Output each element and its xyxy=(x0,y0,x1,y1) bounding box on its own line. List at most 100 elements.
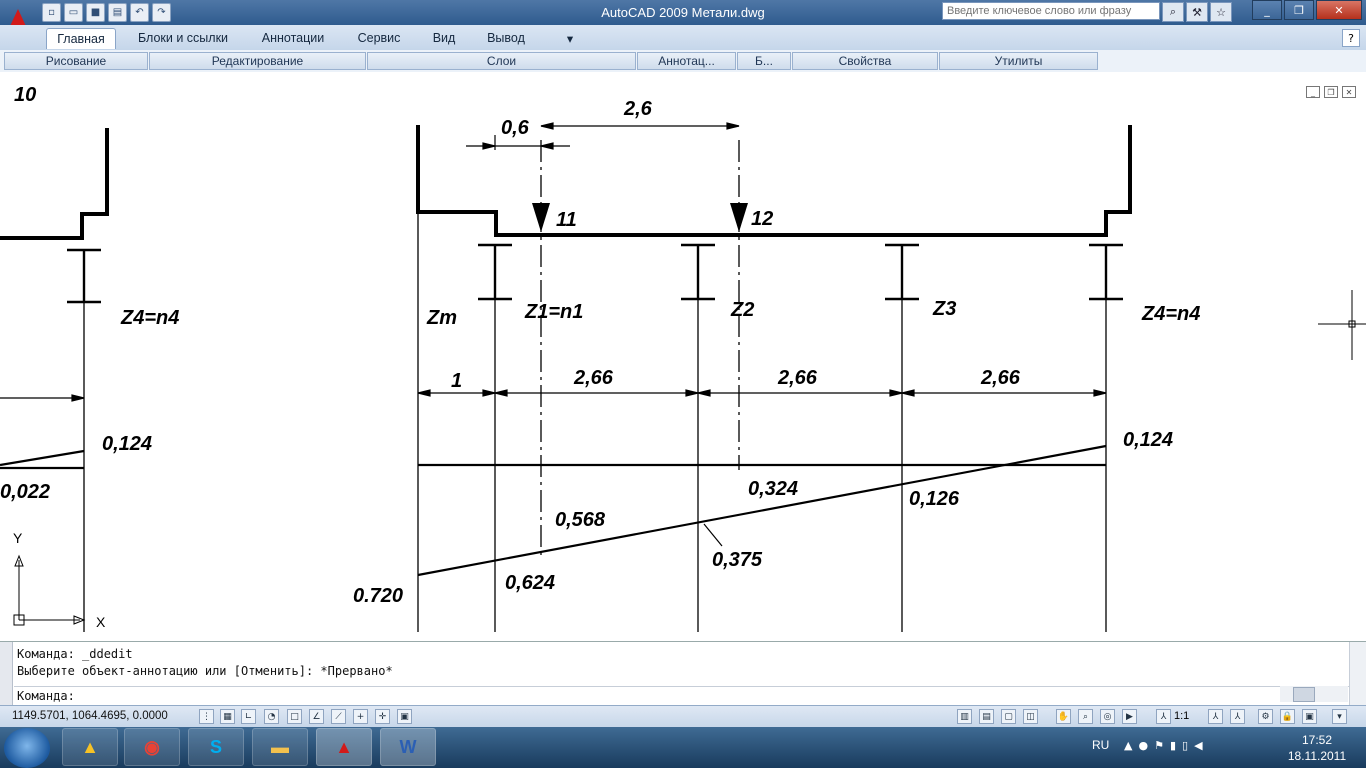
polar-icon[interactable]: ◔ xyxy=(264,709,279,724)
command-input[interactable]: Команда: xyxy=(14,686,1350,705)
tab-home[interactable]: Главная xyxy=(46,28,116,49)
new-icon[interactable]: ▫ xyxy=(42,3,61,22)
beam-outline xyxy=(416,125,1132,237)
command-window: Команда: _ddedit Выберите объект-аннотац… xyxy=(0,641,1366,706)
steeringwheel-icon[interactable]: ◎ xyxy=(1100,709,1115,724)
print-icon[interactable]: ▤ xyxy=(108,3,127,22)
drawing-canvas[interactable]: _ ❐ ✕ 10 0,6 2,6 11 12 Zт Z1=n1 Z2 Z3 Z4… xyxy=(0,72,1366,641)
command-grip[interactable] xyxy=(0,642,13,706)
title-bar: ▫ ▭ ■ ▤ ↶ ↷ AutoCAD 2009 Метали.dwg ⌕ ⚒ … xyxy=(0,0,1366,25)
annotation-visibility-icon[interactable]: ⅄ xyxy=(1208,709,1223,724)
pan-icon[interactable]: ✋ xyxy=(1056,709,1071,724)
close-button[interactable]: ✕ xyxy=(1316,0,1362,20)
support-zt-label: Zт xyxy=(426,307,457,329)
ortho-icon[interactable]: ∟ xyxy=(241,709,256,724)
lineweight-icon[interactable]: ✛ xyxy=(375,709,390,724)
open-icon[interactable]: ▭ xyxy=(64,3,83,22)
search-icon[interactable]: ⌕ xyxy=(1162,2,1184,22)
minimize-button[interactable]: _ xyxy=(1252,0,1282,20)
dyn-icon[interactable]: + xyxy=(353,709,368,724)
quickview-icon[interactable]: ◫ xyxy=(1023,709,1038,724)
panel-modify[interactable]: Редактирование xyxy=(149,52,366,70)
power-icon[interactable]: ▯ xyxy=(1182,739,1188,752)
chrome-icon[interactable]: ◉ xyxy=(124,728,180,766)
panel-annotation[interactable]: Аннотац... xyxy=(637,52,736,70)
ribbon-minimize-icon[interactable]: ▾ xyxy=(556,28,584,48)
model-icon[interactable]: ▥ xyxy=(957,709,972,724)
left-wall-outline xyxy=(0,128,109,240)
dim-2-66-b-label: 2,66 xyxy=(777,367,818,389)
load-12-label: 12 xyxy=(751,208,773,230)
communication-icon[interactable]: ⚒ xyxy=(1186,2,1208,22)
osnap-icon[interactable]: □ xyxy=(287,709,302,724)
tab-annotate[interactable]: Аннотации xyxy=(252,28,334,48)
qp-icon[interactable]: ▣ xyxy=(397,709,412,724)
word-icon[interactable]: W xyxy=(380,728,436,766)
tab-view[interactable]: Вид xyxy=(424,28,464,48)
command-hscroll[interactable] xyxy=(1280,686,1348,702)
tab-tools[interactable]: Сервис xyxy=(346,28,412,48)
dim-2-66-a-label: 2,66 xyxy=(573,367,614,389)
avast-icon[interactable]: ● xyxy=(1138,739,1148,752)
start-button[interactable] xyxy=(4,728,50,768)
panel-layers[interactable]: Слои xyxy=(367,52,636,70)
clean-screen-icon[interactable]: ▣ xyxy=(1302,709,1317,724)
value-0-124-left-label: 0,124 xyxy=(102,433,152,455)
undo-icon[interactable]: ↶ xyxy=(130,3,149,22)
panel-properties[interactable]: Свойства xyxy=(792,52,938,70)
grid-icon[interactable]: ▦ xyxy=(220,709,235,724)
annotation-scale-icon[interactable]: ⅄ xyxy=(1156,709,1171,724)
ducs-icon[interactable]: ⟋ xyxy=(331,709,346,724)
show-hidden-icons-icon[interactable]: ▲ xyxy=(1124,739,1132,752)
drawing-svg: 10 0,6 2,6 11 12 Zт Z1=n1 Z2 Z3 Z4=n4 Z4… xyxy=(0,84,1366,632)
maximize-button[interactable]: ❐ xyxy=(1284,0,1314,20)
support-z4-left-label: Z4=n4 xyxy=(120,307,179,329)
flag-icon[interactable]: ⚑ xyxy=(1154,739,1164,752)
save-icon[interactable]: ■ xyxy=(86,3,105,22)
value-0-375-label: 0,375 xyxy=(712,549,763,571)
autocad-icon[interactable]: ▲ xyxy=(316,728,372,766)
showmotion-icon[interactable]: ▶ xyxy=(1122,709,1137,724)
snap-icon[interactable]: ⋮ xyxy=(199,709,214,724)
value-0-624-label: 0,624 xyxy=(505,572,555,594)
layout-icon[interactable]: ▤ xyxy=(979,709,994,724)
status-menu-icon[interactable]: ▾ xyxy=(1332,709,1347,724)
zoom-icon[interactable]: ⌕ xyxy=(1078,709,1093,724)
ucs-y-label: Y xyxy=(13,530,23,546)
support-z1-label: Z1=n1 xyxy=(524,301,583,323)
command-history-line-1: Команда: _ddedit xyxy=(17,647,133,661)
support-z2-label: Z2 xyxy=(730,299,754,321)
command-prompt: Команда: xyxy=(17,689,75,703)
annotation-scale-value[interactable]: 1:1 xyxy=(1174,710,1189,722)
language-indicator[interactable]: RU xyxy=(1092,738,1109,752)
ribbon-tabs: Главная Блоки и ссылки Аннотации Сервис … xyxy=(0,25,1366,51)
value-0-124-right-label: 0,124 xyxy=(1123,429,1173,451)
tab-blocks[interactable]: Блоки и ссылки xyxy=(124,28,242,48)
lock-icon[interactable]: 🔒 xyxy=(1280,709,1295,724)
sheet-number-label: 10 xyxy=(14,84,36,106)
clock[interactable]: 17:52 18.11.2011 xyxy=(1272,732,1362,764)
tab-output[interactable]: Вывод xyxy=(476,28,536,48)
panel-draw[interactable]: Рисование xyxy=(4,52,148,70)
panel-block[interactable]: Б... xyxy=(737,52,791,70)
skype-icon[interactable]: S xyxy=(188,728,244,766)
layout2-icon[interactable]: ▢ xyxy=(1001,709,1016,724)
help-icon[interactable]: ? xyxy=(1342,29,1360,47)
search-input[interactable] xyxy=(942,2,1160,20)
dim-2-66-c-label: 2,66 xyxy=(980,367,1021,389)
otrack-icon[interactable]: ∠ xyxy=(309,709,324,724)
dim-2-6-label: 2,6 xyxy=(623,98,653,120)
workspace-icon[interactable]: ⚙ xyxy=(1258,709,1273,724)
load-arrow-12 xyxy=(730,203,748,232)
value-0-022-label: 0,022 xyxy=(0,481,50,503)
command-scrollbar[interactable] xyxy=(1349,642,1366,706)
network-icon[interactable]: ▮ xyxy=(1170,739,1176,752)
autoscale-icon[interactable]: ⅄ xyxy=(1230,709,1245,724)
value-0-720-label: 0.720 xyxy=(353,585,403,607)
explorer-icon[interactable]: ▬ xyxy=(252,728,308,766)
volume-icon[interactable]: ◀ xyxy=(1194,739,1202,752)
panel-utilities[interactable]: Утилиты xyxy=(939,52,1098,70)
redo-icon[interactable]: ↷ xyxy=(152,3,171,22)
favorites-icon[interactable]: ☆ xyxy=(1210,2,1232,22)
autocad-launcher-icon[interactable]: ▲ xyxy=(62,728,118,766)
